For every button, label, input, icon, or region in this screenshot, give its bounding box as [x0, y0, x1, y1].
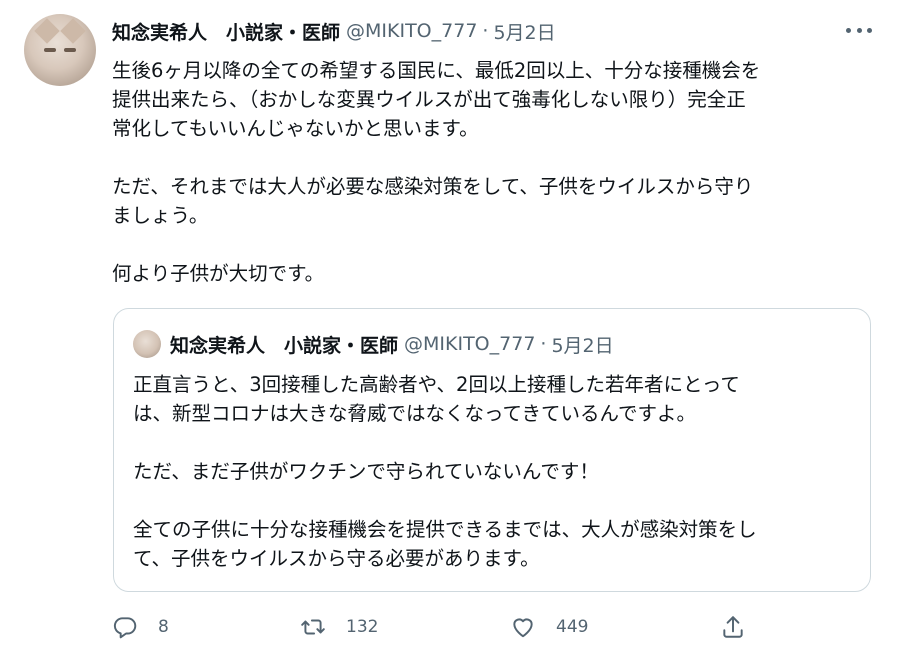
like-count: 449: [556, 617, 589, 637]
tweet-paragraph: 生後6ヶ月以降の全ての希望する国民に、最低2回以上、十分な接種機会を 提供出来た…: [112, 59, 761, 140]
quoted-paragraph: 正直言うと、3回接種した高齢者や、2回以上接種した若年者にとって は、新型コロナ…: [133, 373, 740, 425]
author-handle[interactable]: @MIKITO_777: [346, 20, 477, 42]
tweet[interactable]: 知念実希人 小説家・医師 @MIKITO_777 · 5月2日 生後6ヶ月以降の…: [0, 0, 912, 661]
tweet-date[interactable]: 5月2日: [493, 18, 555, 45]
author-name[interactable]: 知念実希人 小説家・医師: [112, 18, 340, 45]
retweet-count: 132: [346, 617, 379, 637]
quoted-author-handle[interactable]: @MIKITO_777: [404, 333, 535, 355]
tweet-text: 生後6ヶ月以降の全ての希望する国民に、最低2回以上、十分な接種機会を 提供出来た…: [112, 56, 872, 288]
tweet-paragraph: ただ、それまでは大人が必要な感染対策をして、子供をウイルスから守り ましょう。: [112, 175, 754, 227]
heart-icon: [513, 618, 533, 638]
reply-button[interactable]: 8: [112, 610, 169, 644]
reply-icon: [113, 617, 137, 639]
more-dots-icon[interactable]: [846, 20, 872, 40]
quoted-paragraph: 全ての子供に十分な接種機会を提供できるまでは、大人が感染対策をし て、子供をウイ…: [133, 518, 757, 570]
quoted-tweet-text: 正直言うと、3回接種した高齢者や、2回以上接種した若年者にとって は、新型コロナ…: [133, 370, 853, 573]
quoted-author-avatar[interactable]: [133, 330, 161, 358]
tweet-header: 知念実希人 小説家・医師 @MIKITO_777 · 5月2日: [112, 18, 556, 44]
like-button[interactable]: 449: [510, 610, 588, 644]
reply-count: 8: [158, 617, 169, 637]
quoted-tweet-header: 知念実希人 小説家・医師 @MIKITO_777 · 5月2日: [170, 331, 614, 357]
share-icon: [723, 616, 743, 638]
share-button[interactable]: [720, 610, 746, 644]
quoted-author-name[interactable]: 知念実希人 小説家・医師: [170, 331, 398, 358]
quoted-tweet[interactable]: 知念実希人 小説家・医師 @MIKITO_777 · 5月2日 正直言うと、3回…: [113, 308, 871, 592]
tweet-paragraph: 何より子供が大切です。: [112, 262, 325, 285]
quoted-paragraph: ただ、まだ子供がワクチンで守られていないんです！: [133, 460, 599, 483]
quoted-tweet-date[interactable]: 5月2日: [551, 331, 613, 358]
quoted-separator-dot: ·: [540, 333, 547, 355]
retweet-button[interactable]: 132: [300, 610, 378, 644]
retweet-icon: [301, 619, 325, 635]
action-bar: 8 132 449: [112, 610, 872, 644]
separator-dot: ·: [482, 20, 489, 42]
author-avatar[interactable]: [24, 14, 96, 86]
